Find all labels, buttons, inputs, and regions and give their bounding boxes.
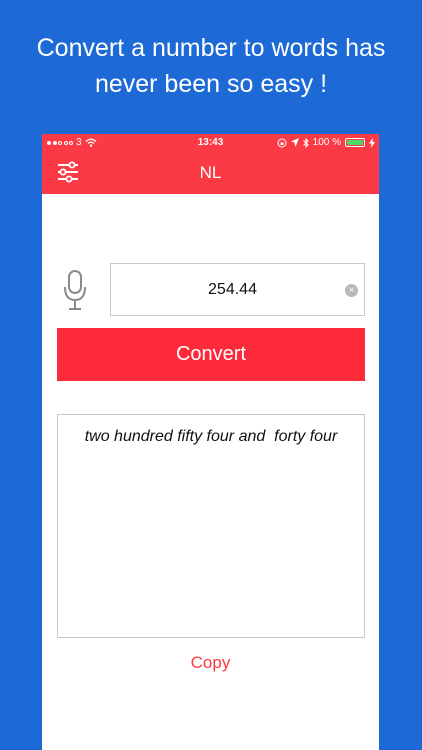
status-right: 100 % (277, 137, 375, 148)
nav-title: NL (199, 163, 222, 182)
promo-headline: Convert a number to words has never been… (0, 30, 422, 102)
number-input-box: × (110, 263, 365, 316)
clear-icon[interactable]: × (345, 284, 358, 297)
microphone-icon[interactable] (62, 269, 88, 311)
promo-line-2: never been so easy ! (94, 70, 328, 98)
battery-icon (345, 138, 365, 147)
promo-line-1: Convert a number to words has (36, 34, 386, 62)
number-input[interactable] (111, 264, 340, 315)
bluetooth-icon (302, 137, 309, 148)
location-icon (290, 138, 299, 147)
charging-icon (369, 137, 375, 148)
copy-button[interactable]: Copy (42, 653, 379, 673)
lock-rotation-icon (277, 138, 287, 147)
phone-screen: 3 13:43 100 % NL 254.44 × Convert two hu… (42, 134, 379, 750)
nav-bar: NL (42, 152, 379, 194)
battery-percent: 100 % (312, 137, 341, 148)
result-text: two hundred fifty four and forty four (57, 414, 365, 638)
status-bar: 3 13:43 100 % (42, 134, 379, 152)
convert-button[interactable]: Convert (57, 328, 365, 381)
